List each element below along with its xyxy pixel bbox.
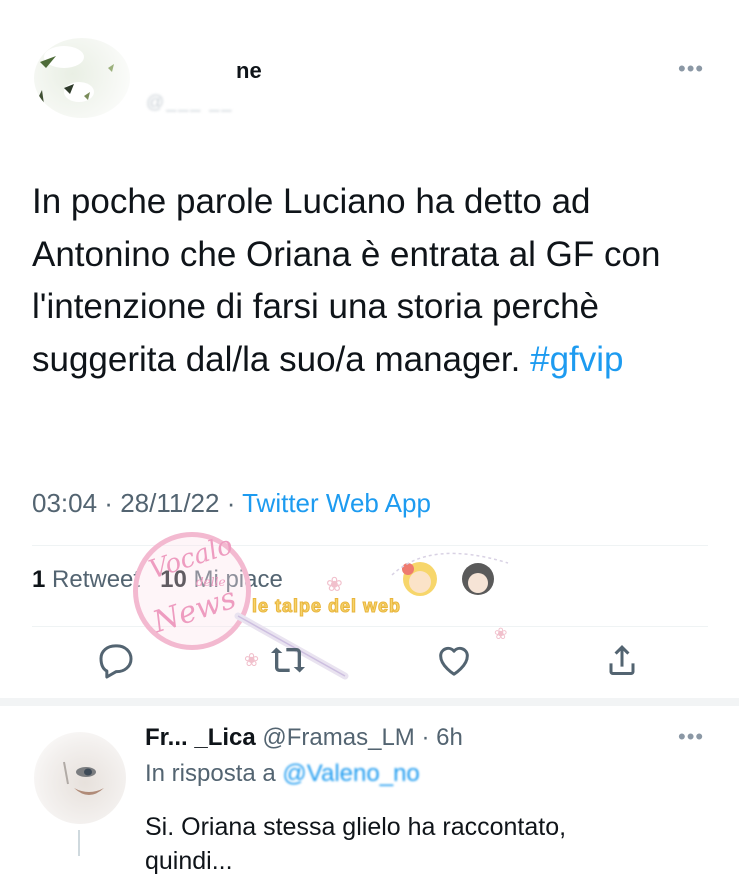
divider: [32, 545, 708, 546]
tweet-meta: 03:04 · 28/11/22 · Twitter Web App: [32, 488, 431, 519]
replying-to: In risposta a @Valeno_no: [145, 760, 420, 788]
reply-time[interactable]: 6h: [436, 724, 463, 751]
share-icon[interactable]: [602, 640, 642, 680]
meta-separator: ·: [219, 488, 243, 518]
retweets-stat[interactable]: 1 Retweet: [32, 566, 140, 593]
replying-to-mention[interactable]: @Valeno_no: [282, 760, 419, 787]
tweet-text: In poche parole Luciano ha detto ad Anto…: [32, 176, 712, 386]
paw-icon: ❀: [494, 626, 508, 643]
watermark-band-text: le talpe del web: [251, 596, 402, 617]
section-divider: [0, 698, 739, 706]
thread-line: [78, 830, 80, 856]
hashtag-link[interactable]: #gfvip: [530, 340, 623, 379]
reply-author-avatar[interactable]: [34, 732, 126, 824]
reply-text-line: Si. Oriana stessa glielo ha raccontato,: [145, 813, 567, 841]
replying-to-label: In risposta a: [145, 760, 276, 787]
tweet-time[interactable]: 03:04: [32, 488, 97, 518]
retweets-count: 1: [32, 566, 46, 593]
reply-text-cut: quindi...: [145, 847, 233, 875]
meta-separator: ·: [97, 488, 121, 518]
reply-separator: ·: [414, 724, 437, 751]
reply-author-name[interactable]: Fr... _Lica: [145, 724, 256, 751]
paw-icon: ❀: [244, 650, 260, 670]
retweets-label: Retweet: [52, 566, 141, 593]
watermark-logo-bottom: News: [148, 580, 241, 641]
author-avatar[interactable]: [34, 38, 130, 118]
source-app-link[interactable]: Twitter Web App: [242, 488, 431, 518]
tweet-date[interactable]: 28/11/22: [120, 488, 219, 518]
reply-author-handle[interactable]: @Framas_LM: [262, 724, 414, 751]
more-options-icon[interactable]: •••: [678, 56, 704, 82]
watermark-characters-icon: [391, 552, 509, 596]
author-handle[interactable]: @___ __: [146, 92, 233, 113]
author-name[interactable]: ne: [236, 58, 262, 84]
retweet-icon[interactable]: [268, 640, 308, 680]
divider: [32, 626, 708, 627]
reply-header: Fr... _Lica @Framas_LM · 6h: [145, 724, 463, 752]
reply-more-options-icon[interactable]: •••: [678, 724, 704, 750]
paw-icon: ❀: [326, 574, 343, 596]
reply-icon[interactable]: [96, 640, 136, 680]
reply-text: Si. Oriana stessa glielo ha raccontato, …: [145, 810, 725, 878]
like-icon[interactable]: [434, 640, 474, 680]
